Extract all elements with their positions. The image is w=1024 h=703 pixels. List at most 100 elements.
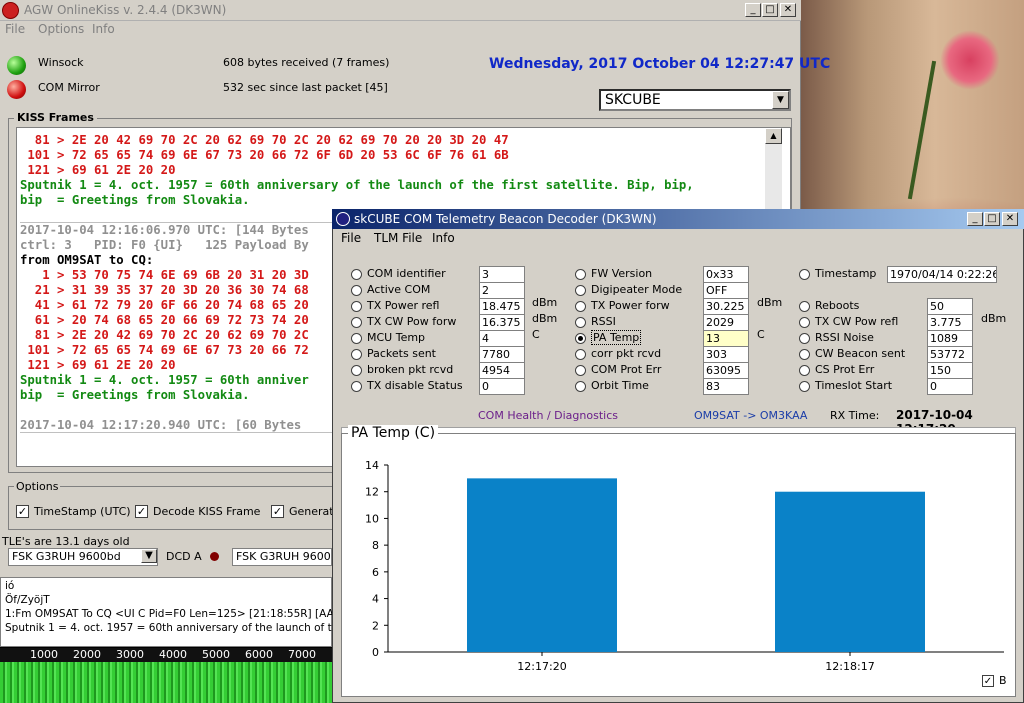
param-label[interactable]: CS Prot Err (815, 363, 874, 376)
utc-datetime: Wednesday, 2017 October 04 12:27:47 UTC (489, 56, 831, 72)
param-label[interactable]: COM Prot Err (591, 363, 661, 376)
onlinekiss-title-bar[interactable]: AGW OnlineKiss v. 2.4.4 (DK3WN) _ □ ✕ (0, 0, 801, 21)
satellite-select-value: SKCUBE (605, 92, 661, 108)
flower-image (940, 30, 1000, 90)
param-label[interactable]: corr pkt rcvd (591, 347, 661, 360)
x-tick-label: 12:18:17 (825, 660, 874, 673)
param-radio[interactable] (799, 381, 810, 392)
waterfall-signal (0, 662, 332, 703)
param-radio[interactable] (575, 349, 586, 360)
param-radio[interactable] (351, 381, 362, 392)
wf-tick: 5000 (202, 648, 230, 661)
param-value: 2 (479, 282, 525, 299)
param-radio[interactable] (351, 269, 362, 280)
param-radio[interactable] (351, 301, 362, 312)
param-radio[interactable] (575, 301, 586, 312)
param-label[interactable]: TX Power forw (591, 299, 670, 312)
decoder-close-button[interactable]: ✕ (1002, 212, 1018, 226)
param-label[interactable]: TX Power refl (367, 299, 439, 312)
decoder-app-icon (336, 212, 350, 226)
param-radio[interactable] (351, 349, 362, 360)
param-value: 63095 (703, 362, 749, 379)
param-label[interactable]: Reboots (815, 299, 859, 312)
param-radio[interactable] (575, 317, 586, 328)
param-label[interactable]: Timeslot Start (815, 379, 892, 392)
param-radio[interactable] (351, 317, 362, 328)
wf-tick: 2000 (73, 648, 101, 661)
param-radio[interactable] (351, 333, 362, 344)
minimize-button[interactable]: _ (745, 3, 761, 17)
param-label[interactable]: Orbit Time (591, 379, 649, 392)
chevron-down-icon[interactable]: ▼ (772, 91, 789, 109)
param-radio[interactable] (799, 317, 810, 328)
chevron-down-icon[interactable]: ▼ (141, 549, 157, 563)
decoder-menu-info[interactable]: Info (432, 231, 455, 245)
close-button[interactable]: ✕ (780, 3, 796, 17)
com-mirror-status-led (7, 80, 26, 99)
decoder-maximize-button[interactable]: □ (984, 212, 1000, 226)
param-label[interactable]: RSSI (591, 315, 616, 328)
wf-tick: 3000 (116, 648, 144, 661)
param-radio[interactable] (799, 349, 810, 360)
param-radio[interactable] (575, 285, 586, 296)
param-value: 18.475 (479, 298, 525, 315)
param-label[interactable]: RSSI Noise (815, 331, 874, 344)
decode-kiss-checkbox[interactable]: ✓ (135, 505, 148, 518)
menu-file[interactable]: File (5, 22, 25, 36)
param-radio[interactable] (799, 365, 810, 376)
modem-select-left[interactable]: FSK G3RUH 9600bd (8, 548, 158, 566)
param-radio[interactable] (799, 269, 810, 280)
legend-checkbox[interactable]: ✓ (982, 675, 994, 687)
param-radio[interactable] (799, 333, 810, 344)
decode-kiss-label: Decode KISS Frame (153, 505, 261, 518)
modem-select-right[interactable]: FSK G3RUH 9600bd (232, 548, 332, 566)
param-label[interactable]: TX disable Status (367, 379, 463, 392)
satellite-select[interactable]: SKCUBE ▼ (599, 89, 791, 111)
kiss-line: Sputnik 1 = 4. oct. 1957 = 60th annivers… (20, 178, 694, 192)
decoder-menu-tlm-file[interactable]: TLM File (374, 231, 422, 245)
param-radio[interactable] (351, 365, 362, 376)
timestamp-checkbox[interactable]: ✓ (16, 505, 29, 518)
param-label[interactable]: Digipeater Mode (591, 283, 682, 296)
param-value: 1970/04/14 0:22:26 (887, 266, 997, 283)
param-label[interactable]: PA Temp (591, 330, 642, 345)
param-label[interactable]: MCU Temp (367, 331, 425, 344)
param-label[interactable]: broken pkt rcvd (367, 363, 453, 376)
bar (775, 491, 925, 652)
menu-info[interactable]: Info (92, 22, 115, 36)
decoder-title-bar[interactable]: skCUBE COM Telemetry Beacon Decoder (DK3… (332, 209, 1024, 229)
param-label[interactable]: FW Version (591, 267, 652, 280)
param-label[interactable]: TX CW Pow forw (367, 315, 456, 328)
monitor-log[interactable]: ió Öf/ZyöjT 1:Fm OM9SAT To CQ <UI C Pid=… (0, 577, 378, 647)
decoder-menu-file[interactable]: File (341, 231, 361, 245)
y-tick-label: 14 (365, 459, 379, 472)
param-radio[interactable] (575, 381, 586, 392)
param-radio[interactable] (575, 333, 586, 344)
param-radio[interactable] (799, 301, 810, 312)
kiss-line: 21 > 31 39 35 37 20 3D 20 36 30 74 68 (20, 283, 309, 297)
decoder-window-title: skCUBE COM Telemetry Beacon Decoder (DK3… (354, 212, 657, 226)
y-tick-label: 4 (372, 593, 379, 606)
param-label[interactable]: COM identifier (367, 267, 446, 280)
scroll-up-icon[interactable]: ▲ (765, 128, 782, 144)
menu-options[interactable]: Options (38, 22, 84, 36)
maximize-button[interactable]: □ (762, 3, 778, 17)
param-radio[interactable] (575, 365, 586, 376)
param-label[interactable]: CW Beacon sent (815, 347, 905, 360)
decoder-minimize-button[interactable]: _ (967, 212, 983, 226)
kiss-line: 61 > 20 74 68 65 20 66 69 72 73 74 20 (20, 313, 309, 327)
param-radio[interactable] (575, 269, 586, 280)
param-label[interactable]: Active COM (367, 283, 430, 296)
options-title: Options (14, 480, 61, 493)
param-label[interactable]: TX CW Pow refl (815, 315, 898, 328)
com-mirror-info: 532 sec since last packet [45] (223, 81, 388, 94)
param-label[interactable]: Timestamp (815, 267, 876, 280)
y-tick-label: 0 (372, 646, 379, 659)
kiss-line: 81 > 2E 20 42 69 70 2C 20 62 69 70 2C (20, 328, 309, 342)
param-value: 53772 (927, 346, 973, 363)
param-radio[interactable] (351, 285, 362, 296)
generate-checkbox[interactable]: ✓ (271, 505, 284, 518)
param-unit: dBm (532, 312, 558, 325)
param-label[interactable]: Packets sent (367, 347, 436, 360)
param-value: 303 (703, 346, 749, 363)
